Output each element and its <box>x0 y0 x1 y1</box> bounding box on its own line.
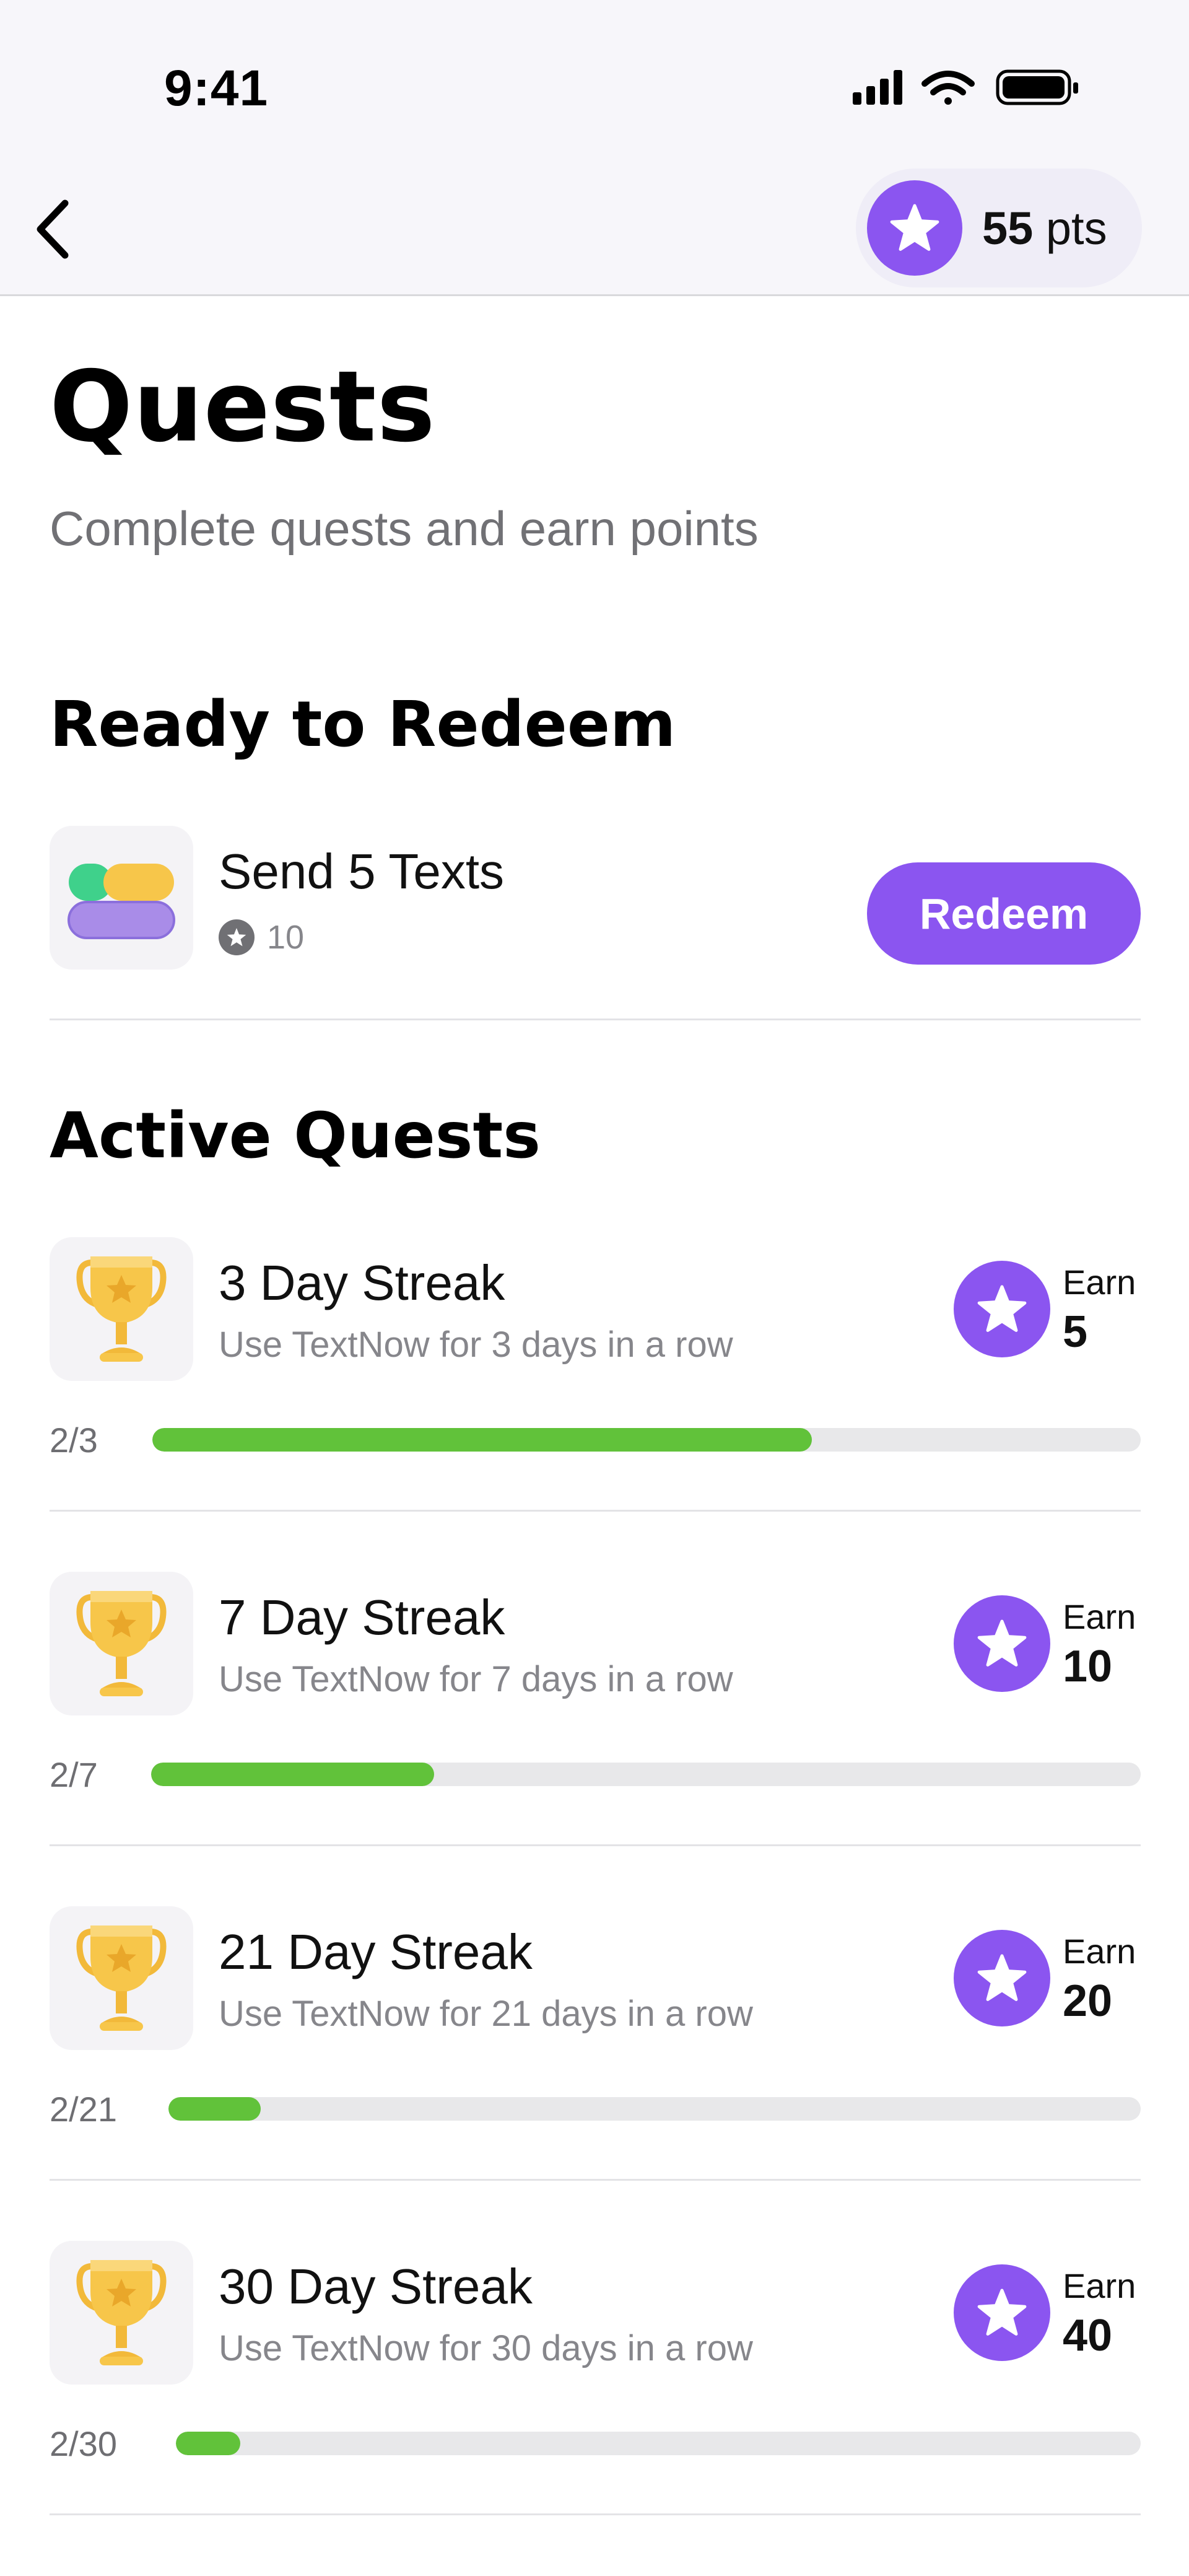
progress-fill <box>176 2432 241 2455</box>
divider <box>50 2179 1141 2181</box>
redeem-item-points-value: 10 <box>267 919 305 956</box>
quest-subtitle: Use TextNow for 3 days in a row <box>219 1325 733 1365</box>
status-icons <box>853 69 1078 105</box>
progress-fill <box>168 2097 261 2121</box>
active-quests-heading: Active Quests <box>50 1099 541 1173</box>
progress-fill <box>152 1428 812 1452</box>
wifi-icon <box>921 71 975 105</box>
trophy-icon <box>50 1237 193 1381</box>
earn-value: 20 <box>1063 1976 1113 2026</box>
points-balance-text: 55 pts <box>982 202 1107 255</box>
earn-value: 5 <box>1063 1307 1088 1357</box>
quest-title: 7 Day Streak <box>219 1590 505 1645</box>
redeem-button[interactable]: Redeem <box>867 862 1141 965</box>
trophy-icon <box>50 2241 193 2385</box>
top-bar: 9:41 55 pts <box>0 0 1189 296</box>
progress-label: 2/30 <box>50 2424 117 2463</box>
divider <box>50 1844 1141 1846</box>
progress-bar <box>151 1763 1141 1786</box>
text-bubbles-icon <box>50 826 193 970</box>
earn-label: Earn <box>1063 1263 1136 1302</box>
page-title: Quests <box>50 350 436 464</box>
points-balance-pill[interactable]: 55 pts <box>856 169 1142 287</box>
ready-to-redeem-heading: Ready to Redeem <box>50 688 676 761</box>
star-icon <box>954 1930 1050 2026</box>
progress-fill <box>151 1763 435 1786</box>
quest-title: 30 Day Streak <box>219 2259 533 2314</box>
divider <box>50 2513 1141 2515</box>
earn-label: Earn <box>1063 1597 1136 1636</box>
battery-icon <box>996 69 1078 105</box>
quest-title: 21 Day Streak <box>219 1924 533 1979</box>
quest-subtitle: Use TextNow for 21 days in a row <box>219 1994 753 2034</box>
divider <box>50 1019 1141 1020</box>
progress-label: 2/21 <box>50 2090 117 2129</box>
star-icon <box>954 1595 1050 1692</box>
page-subtitle: Complete quests and earn points <box>50 501 759 556</box>
quest-title: 3 Day Streak <box>219 1255 505 1310</box>
quest-subtitle: Use TextNow for 7 days in a row <box>219 1659 733 1699</box>
star-icon <box>954 2264 1050 2361</box>
signal-icon <box>853 70 902 105</box>
progress-bar <box>152 1428 1141 1452</box>
star-icon <box>867 180 962 276</box>
star-icon <box>954 1261 1050 1357</box>
quest-subtitle: Use TextNow for 30 days in a row <box>219 2328 753 2368</box>
earn-label: Earn <box>1063 2266 1136 2305</box>
redeem-item-points: 10 <box>219 918 304 957</box>
trophy-icon <box>50 1906 193 2050</box>
star-icon <box>219 919 255 955</box>
progress-bar <box>176 2432 1141 2455</box>
redeem-item-title: Send 5 Texts <box>219 844 505 899</box>
points-value: 55 <box>982 202 1034 254</box>
earn-label: Earn <box>1063 1932 1136 1971</box>
progress-label: 2/3 <box>50 1421 98 1460</box>
back-button[interactable] <box>19 192 87 266</box>
earn-value: 40 <box>1063 2311 1113 2360</box>
progress-label: 2/7 <box>50 1755 98 1794</box>
points-unit: pts <box>1045 202 1107 254</box>
progress-bar <box>168 2097 1141 2121</box>
divider <box>50 1510 1141 1512</box>
earn-value: 10 <box>1063 1642 1113 1691</box>
trophy-icon <box>50 1572 193 1715</box>
back-chevron-icon <box>37 199 69 259</box>
status-time: 9:41 <box>164 60 269 116</box>
